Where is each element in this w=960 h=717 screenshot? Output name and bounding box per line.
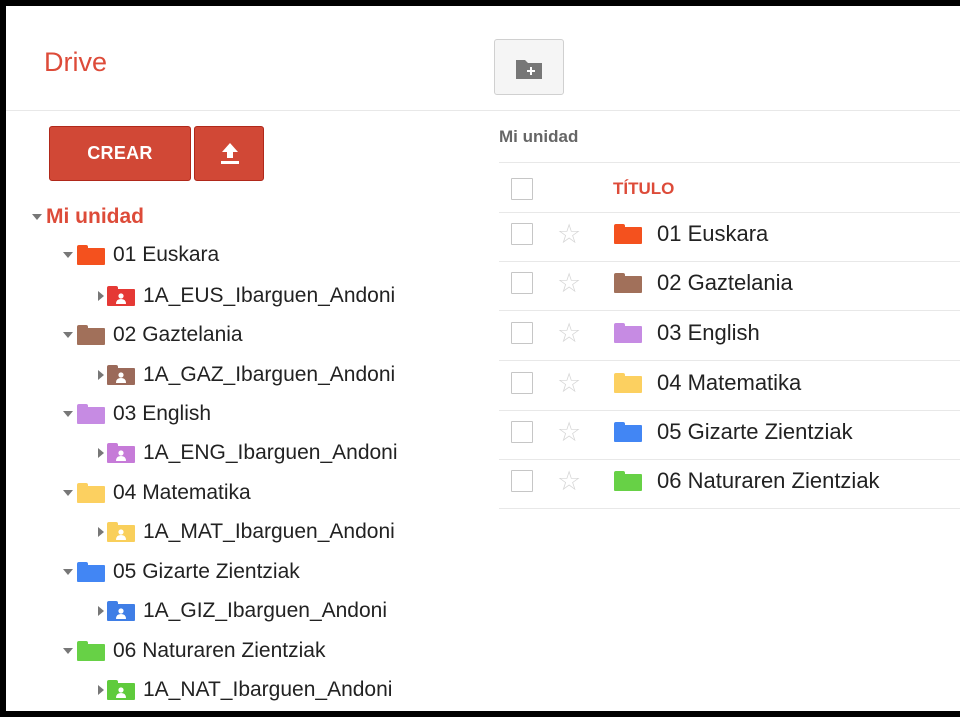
- tree-shared-folder[interactable]: 1A_ENG_Ibarguen_Andoni: [98, 440, 398, 466]
- tree-shared-folder-label: 1A_ENG_Ibarguen_Andoni: [143, 441, 398, 464]
- shared-folder-icon: [107, 286, 135, 306]
- list-divider: [499, 310, 960, 311]
- collapse-arrow-icon[interactable]: [98, 370, 104, 380]
- shared-folder-icon: [107, 522, 135, 542]
- list-divider: [499, 261, 960, 262]
- tree-shared-folder-label: 1A_GIZ_Ibarguen_Andoni: [143, 599, 388, 622]
- row-checkbox[interactable]: [511, 272, 533, 294]
- file-list-item-title[interactable]: 01 Euskara: [657, 221, 768, 247]
- new-folder-icon: [516, 60, 542, 79]
- row-checkbox[interactable]: [511, 470, 533, 492]
- star-icon[interactable]: ☆: [557, 320, 581, 347]
- file-list-item-title[interactable]: 04 Matematika: [657, 370, 801, 396]
- tree-shared-folder[interactable]: 1A_GIZ_Ibarguen_Andoni: [98, 598, 387, 624]
- folder-icon: [614, 422, 642, 442]
- row-checkbox[interactable]: [511, 322, 533, 344]
- collapse-arrow-icon[interactable]: [98, 448, 104, 458]
- star-icon[interactable]: ☆: [557, 370, 581, 397]
- row-checkbox[interactable]: [511, 223, 533, 245]
- tree-root-label: Mi unidad: [46, 205, 144, 228]
- star-icon[interactable]: ☆: [557, 221, 581, 248]
- tree-shared-folder-label: 1A_GAZ_Ibarguen_Andoni: [143, 363, 396, 386]
- tree-root-mi-unidad[interactable]: Mi unidad: [32, 204, 144, 230]
- tree-folder[interactable]: 06 Naturaren Zientziak: [63, 638, 325, 664]
- row-checkbox[interactable]: [511, 372, 533, 394]
- expand-arrow-icon[interactable]: [63, 490, 73, 496]
- tree-folder[interactable]: 04 Matematika: [63, 480, 251, 506]
- folder-icon: [77, 562, 105, 582]
- expand-arrow-icon[interactable]: [63, 252, 73, 258]
- tree-folder-label: 04 Matematika: [113, 481, 251, 504]
- tree-folder[interactable]: 05 Gizarte Zientziak: [63, 559, 300, 585]
- header-divider: [6, 110, 960, 111]
- breadcrumb[interactable]: Mi unidad: [499, 127, 578, 147]
- folder-icon: [614, 471, 642, 491]
- select-all-checkbox[interactable]: [511, 178, 533, 200]
- column-header-title[interactable]: TÍTULO: [613, 179, 674, 199]
- tree-folder-label: 01 Euskara: [113, 243, 220, 266]
- folder-icon: [614, 373, 642, 393]
- file-list-item-title[interactable]: 05 Gizarte Zientziak: [657, 419, 853, 445]
- expand-arrow-icon[interactable]: [63, 569, 73, 575]
- collapse-arrow-icon[interactable]: [98, 606, 104, 616]
- create-button[interactable]: CREAR: [49, 126, 191, 181]
- shared-folder-icon: [107, 365, 135, 385]
- list-divider: [499, 410, 960, 411]
- folder-icon: [77, 245, 105, 265]
- drive-logo[interactable]: Drive: [44, 47, 107, 78]
- expand-arrow-icon[interactable]: [63, 648, 73, 654]
- tree-shared-folder[interactable]: 1A_EUS_Ibarguen_Andoni: [98, 283, 395, 309]
- upload-icon: [221, 143, 239, 164]
- tree-shared-folder[interactable]: 1A_MAT_Ibarguen_Andoni: [98, 519, 395, 545]
- expand-arrow-icon[interactable]: [63, 411, 73, 417]
- folder-icon: [614, 273, 642, 293]
- folder-icon: [77, 325, 105, 345]
- file-list-item-title[interactable]: 02 Gaztelania: [657, 270, 793, 296]
- tree-folder-label: 06 Naturaren Zientziak: [113, 639, 326, 662]
- expand-arrow-icon[interactable]: [63, 332, 73, 338]
- folder-icon: [77, 404, 105, 424]
- collapse-arrow-icon[interactable]: [98, 527, 104, 537]
- file-list-item-title[interactable]: 06 Naturaren Zientziak: [657, 468, 880, 494]
- folder-icon: [77, 483, 105, 503]
- list-divider: [499, 212, 960, 213]
- upload-button[interactable]: [194, 126, 264, 181]
- tree-folder-label: 05 Gizarte Zientziak: [113, 560, 300, 583]
- drive-window: Drive CREAR Mi unidad 01 Euskara 1A_EUS_Ib…: [6, 6, 960, 711]
- list-divider: [499, 162, 960, 163]
- folder-icon: [614, 323, 642, 343]
- row-checkbox[interactable]: [511, 421, 533, 443]
- collapse-arrow-icon[interactable]: [98, 685, 104, 695]
- list-divider: [499, 508, 960, 509]
- tree-folder[interactable]: 01 Euskara: [63, 242, 219, 268]
- tree-folder-label: 03 English: [113, 402, 212, 425]
- list-divider: [499, 459, 960, 460]
- star-icon[interactable]: ☆: [557, 468, 581, 495]
- folder-icon: [77, 641, 105, 661]
- tree-shared-folder-label: 1A_EUS_Ibarguen_Andoni: [143, 284, 396, 307]
- tree-shared-folder[interactable]: 1A_GAZ_Ibarguen_Andoni: [98, 362, 395, 388]
- folder-icon: [614, 224, 642, 244]
- tree-shared-folder[interactable]: 1A_NAT_Ibarguen_Andoni: [98, 677, 392, 703]
- tree-folder[interactable]: 02 Gaztelania: [63, 322, 243, 348]
- new-folder-button[interactable]: [494, 39, 564, 95]
- tree-folder[interactable]: 03 English: [63, 401, 211, 427]
- list-divider: [499, 360, 960, 361]
- tree-shared-folder-label: 1A_MAT_Ibarguen_Andoni: [143, 520, 395, 543]
- shared-folder-icon: [107, 443, 135, 463]
- collapse-arrow-icon[interactable]: [98, 291, 104, 301]
- shared-folder-icon: [107, 601, 135, 621]
- file-list-item-title[interactable]: 03 English: [657, 320, 760, 346]
- shared-folder-icon: [107, 680, 135, 700]
- expand-arrow-icon[interactable]: [32, 214, 42, 220]
- star-icon[interactable]: ☆: [557, 270, 581, 297]
- tree-folder-label: 02 Gaztelania: [113, 323, 243, 346]
- tree-shared-folder-label: 1A_NAT_Ibarguen_Andoni: [143, 678, 393, 701]
- star-icon[interactable]: ☆: [557, 419, 581, 446]
